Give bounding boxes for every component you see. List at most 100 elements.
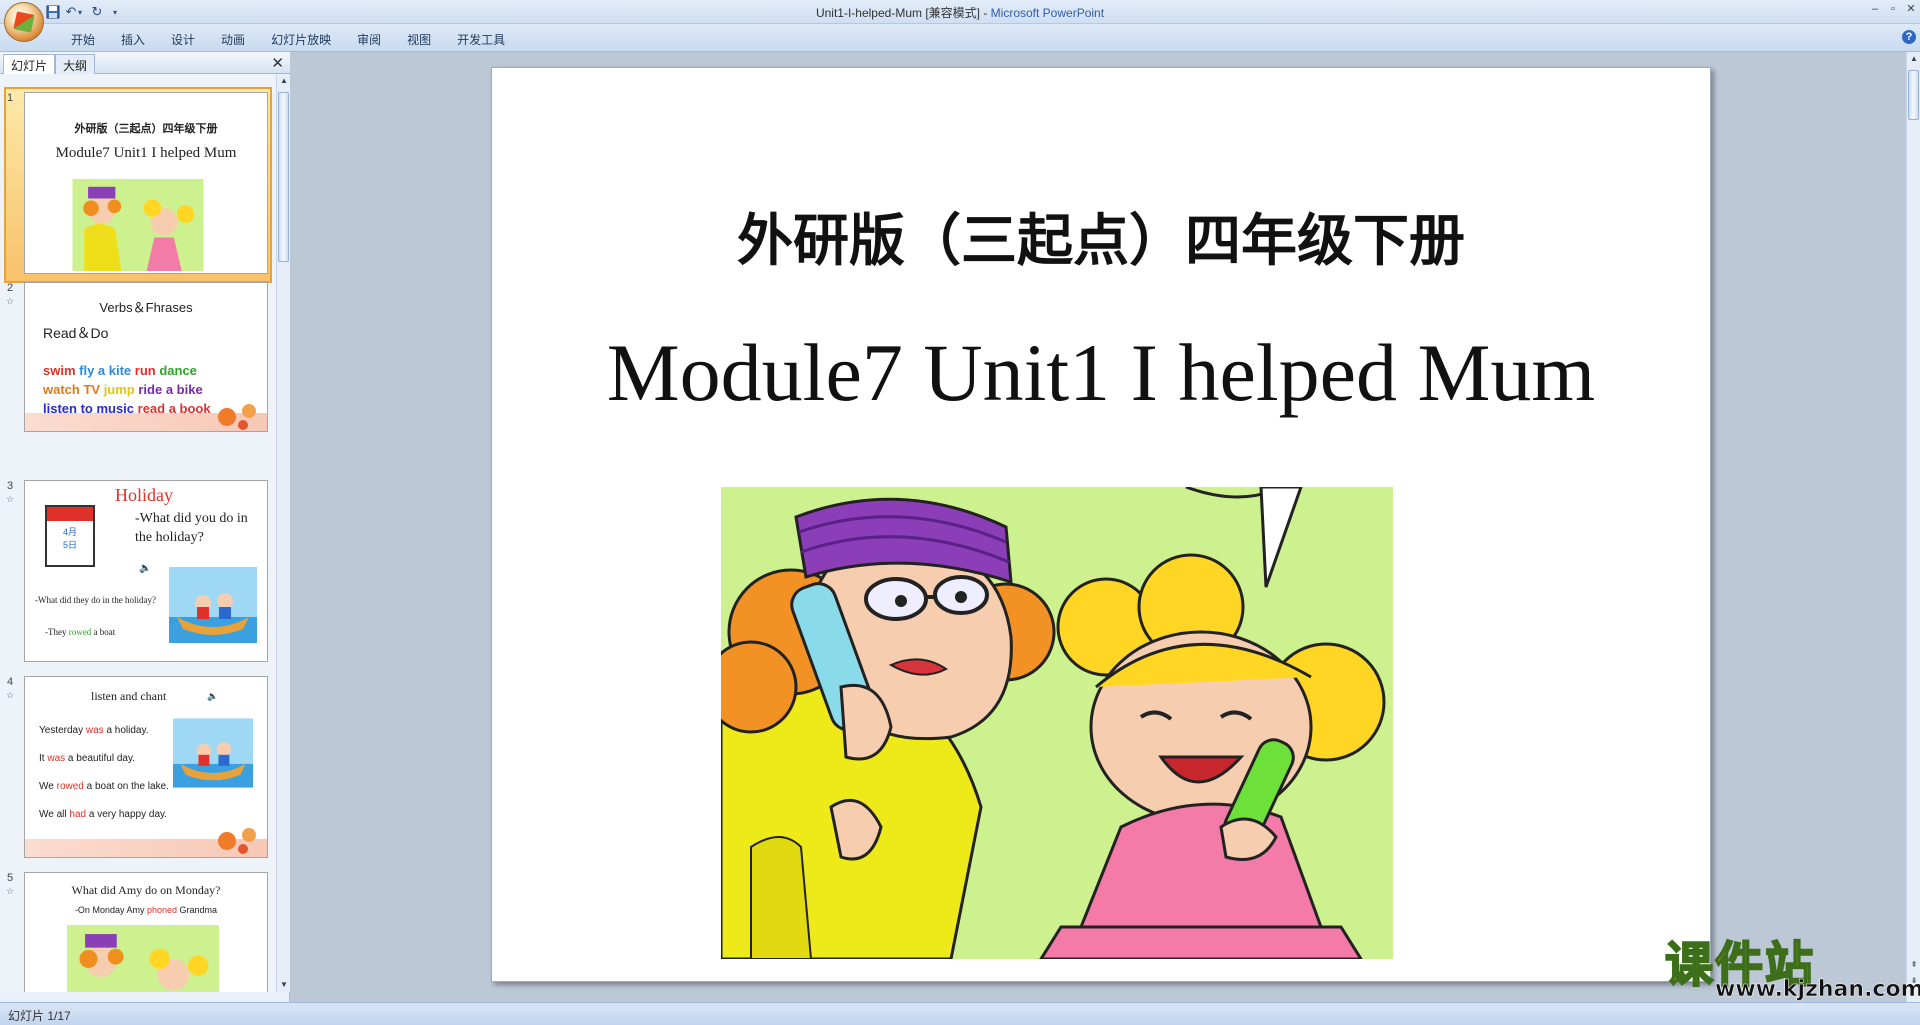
- help-icon[interactable]: ?: [1902, 30, 1916, 44]
- animation-star-icon: ☆: [6, 494, 15, 504]
- thumb-heading: Verbs＆Fhrases: [99, 300, 193, 315]
- scroll-thumb[interactable]: [278, 92, 289, 262]
- word-item: dance: [159, 363, 197, 378]
- current-slide[interactable]: 外研版（三起点）四年级下册 Module7 Unit1 I helped Mum: [491, 67, 1711, 982]
- slide-counter: 幻灯片 1/17: [8, 1009, 71, 1023]
- word-item: watch TV: [43, 382, 104, 397]
- speaker-icon: 🔈: [207, 691, 219, 701]
- scroll-up-icon[interactable]: ▲: [1907, 52, 1920, 66]
- chant-highlight: was: [47, 753, 66, 764]
- title-bar: ↶ ▾ ↻ ▾ Unit1-I-helped-Mum [兼容模式] - Micr…: [0, 0, 1920, 24]
- chant-text: Yesterday: [39, 725, 86, 736]
- scroll-up-icon[interactable]: ▲: [277, 74, 291, 88]
- word-item: swim: [43, 363, 80, 378]
- chant-line: Yesterday was a holiday.: [39, 717, 169, 745]
- slide-4-preview: listen and chant 🔈 Yesterday was a holid…: [24, 676, 268, 858]
- chant-line: It was a beautiful day.: [39, 745, 169, 773]
- close-panel-icon[interactable]: ✕: [271, 54, 284, 72]
- slide-number: 2: [7, 282, 14, 294]
- thumb-heading: listen and chant: [91, 689, 167, 703]
- answer-text: a boat: [91, 627, 116, 637]
- animation-star-icon: ☆: [6, 690, 15, 700]
- scroll-thumb[interactable]: [1908, 70, 1919, 120]
- thumb-heading: What did Amy do on Monday?: [71, 883, 221, 897]
- chant-text: a boat on the lake.: [83, 781, 169, 792]
- tab-slides[interactable]: 幻灯片: [3, 54, 56, 74]
- slide-number: 5: [7, 872, 14, 884]
- ribbon: 开始 插入 设计 动画 幻灯片放映 审阅 视图 开发工具 ?: [0, 24, 1920, 52]
- thumb-heading: 外研版（三起点）四年级下册: [74, 122, 218, 135]
- ribbon-tab-3[interactable]: 设计: [158, 29, 208, 50]
- chant-line: We rowed a boat on the lake.: [39, 773, 169, 801]
- close-icon[interactable]: ✕: [1900, 0, 1920, 18]
- slide-thumbnail-5[interactable]: 5 ☆ What did Amy do on Monday? -On Monda…: [0, 870, 276, 992]
- watermark-url: www.kjzhan.com: [1715, 977, 1920, 1003]
- slide-number: 1: [7, 92, 14, 104]
- office-button[interactable]: [4, 2, 44, 42]
- thumb-illustration: [67, 925, 219, 992]
- ribbon-tab-2[interactable]: 插入: [108, 29, 158, 50]
- chant-text: We: [39, 781, 57, 792]
- slides-panel: 幻灯片 大纲 ✕ 1 外研版（三起点）四年级下册 Module7 Unit1 I…: [0, 52, 290, 1002]
- thumb-question-2: -What did they do in the holiday?: [35, 595, 156, 605]
- chant-text: We all: [39, 809, 70, 820]
- panel-tabs: 幻灯片 大纲 ✕: [0, 52, 290, 74]
- line-text: -On Monday Amy: [74, 905, 147, 915]
- chant-text: a very happy day.: [86, 809, 168, 820]
- ribbon-tabs: 开始 插入 设计 动画 幻灯片放映 审阅 视图 开发工具: [58, 29, 518, 50]
- ribbon-tab-7[interactable]: 视图: [394, 29, 444, 50]
- answer-highlight: rowed: [68, 627, 92, 637]
- kjzhan-watermark-logo: 课件站 www.kjzhan.com: [1664, 925, 1920, 1003]
- powerpoint-window: ↶ ▾ ↻ ▾ Unit1-I-helped-Mum [兼容模式] - Micr…: [0, 0, 1920, 1025]
- word-item: ride a bike: [138, 382, 203, 397]
- chant-line: We all had a very happy day.: [39, 801, 169, 829]
- scroll-down-icon[interactable]: ▼: [277, 978, 291, 992]
- ribbon-tab-1[interactable]: 开始: [58, 29, 108, 50]
- slide-title[interactable]: Module7 Unit1 I helped Mum: [492, 326, 1710, 420]
- thumbnail-list: 1 外研版（三起点）四年级下册 Module7 Unit1 I helped M…: [0, 74, 276, 992]
- calendar-header: [47, 507, 93, 521]
- ribbon-tab-4[interactable]: 动画: [208, 29, 258, 50]
- window-title: Unit1-I-helped-Mum [兼容模式] - Microsoft Po…: [0, 4, 1920, 21]
- thumb-line: -On Monday Amy phoned Grandma: [25, 905, 267, 915]
- chant-highlight: was: [85, 725, 104, 736]
- word-item: fly a kite: [79, 363, 135, 378]
- slide-thumbnail-3[interactable]: 3 ☆ Holiday -What did you do in the holi…: [0, 478, 276, 664]
- word-item: run: [134, 363, 160, 378]
- slide-thumbnail-2[interactable]: 2 ☆ Verbs＆Fhrases Read＆Do swim fly a kit…: [0, 280, 276, 436]
- line-highlight: phoned: [146, 905, 178, 915]
- rowing-boat-picture: [169, 567, 257, 643]
- calendar-icon: 4月 5日: [45, 505, 95, 567]
- slide-editing-area: 外研版（三起点）四年级下册 Module7 Unit1 I helped Mum: [290, 52, 1906, 1002]
- thumb-title: Module7 Unit1 I helped Mum: [55, 145, 237, 161]
- chant-text: a beautiful day.: [65, 753, 136, 764]
- ribbon-tab-8[interactable]: 开发工具: [444, 29, 518, 50]
- slide-3-preview: Holiday -What did you do in the holiday?…: [24, 480, 268, 662]
- status-bar: 幻灯片 1/17: [0, 1002, 1920, 1025]
- flower-decoration-icon: [218, 828, 256, 854]
- panel-scrollbar[interactable]: ▲ ▼: [276, 74, 290, 992]
- chant-highlight: had: [69, 809, 87, 820]
- calendar-month: 4月: [62, 527, 77, 537]
- slide-thumbnail-4[interactable]: 4 ☆ listen and chant 🔈 Yesterday was a h…: [0, 674, 276, 860]
- slide-thumbnail-1[interactable]: 1 外研版（三起点）四年级下册 Module7 Unit1 I helped M…: [0, 87, 276, 283]
- line-text: Grandma: [177, 905, 218, 915]
- ribbon-tab-5[interactable]: 幻灯片放映: [258, 29, 344, 50]
- slide-5-preview: What did Amy do on Monday? -On Monday Am…: [24, 872, 268, 992]
- slide-number: 4: [7, 676, 14, 688]
- chant-text: a holiday.: [103, 725, 149, 736]
- slide-scrollbar[interactable]: ▲ ⇞ ⇟: [1906, 52, 1920, 1002]
- answer-text: -They: [45, 627, 69, 637]
- rowing-boat-picture: [173, 718, 253, 788]
- slide-heading[interactable]: 外研版（三起点）四年级下册: [492, 196, 1710, 277]
- thumb-subtitle: Read＆Do: [43, 325, 109, 341]
- slide-1-preview: 外研版（三起点）四年级下册 Module7 Unit1 I helped Mum: [24, 92, 268, 274]
- title-separator: -: [980, 6, 991, 20]
- thumb-heading: Holiday: [115, 485, 173, 505]
- animation-star-icon: ☆: [6, 296, 15, 306]
- slide-number: 3: [7, 480, 14, 492]
- ribbon-tab-6[interactable]: 审阅: [344, 29, 394, 50]
- tab-outline[interactable]: 大纲: [55, 54, 96, 74]
- previous-slide-icon[interactable]: ⇞: [1907, 958, 1920, 972]
- mum-and-girl-picture[interactable]: [721, 487, 1393, 959]
